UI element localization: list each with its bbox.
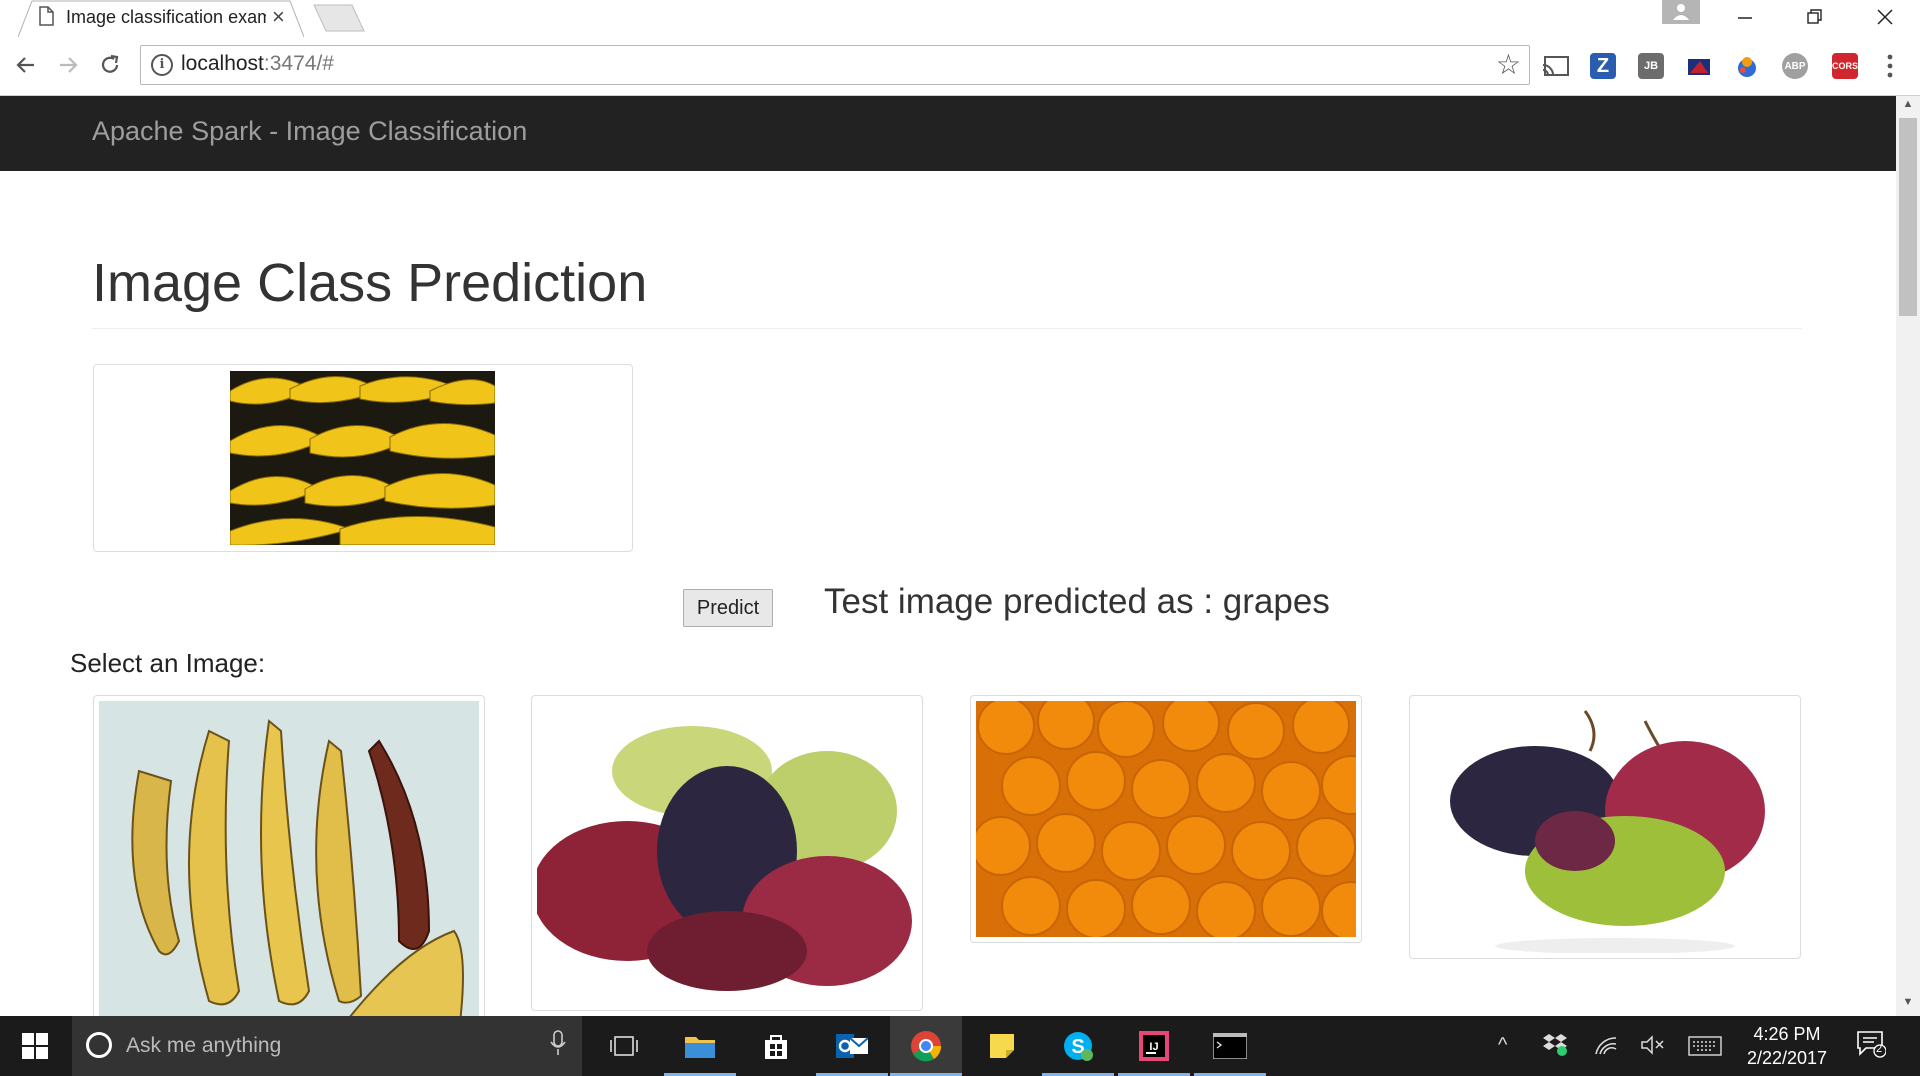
minimize-icon (1738, 17, 1752, 19)
search-placeholder: Ask me anything (126, 1034, 282, 1057)
scroll-thumb[interactable] (1899, 118, 1917, 316)
extension-rocket-icon[interactable] (1686, 53, 1712, 79)
taskbar-file-explorer[interactable] (664, 1016, 736, 1076)
taskbar-chrome[interactable] (890, 1016, 962, 1076)
gallery-thumb-bananas[interactable] (93, 695, 485, 1016)
taskbar-terminal[interactable] (1194, 1016, 1266, 1076)
page-viewport: Apache Spark - Image Classification Imag… (0, 96, 1896, 1016)
scroll-up-arrow-icon[interactable]: ▲ (1896, 98, 1920, 116)
back-arrow-icon (16, 57, 34, 73)
keyboard-icon[interactable] (1688, 1036, 1722, 1056)
extension-colorful-icon[interactable] (1734, 53, 1760, 79)
sticky-notes-icon (990, 1034, 1014, 1058)
tab-close-icon[interactable]: × (272, 5, 285, 29)
grape-bunch-image (1415, 701, 1795, 954)
action-center-button[interactable]: 2 (1856, 1030, 1887, 1058)
person-icon (1673, 4, 1689, 20)
tab-strip: Image classification exam × (0, 0, 1920, 37)
svg-text:IJ: IJ (1149, 1041, 1158, 1053)
navbar-brand[interactable]: Apache Spark - Image Classification (92, 116, 527, 147)
outlook-icon (836, 1034, 868, 1058)
task-view-icon (610, 1036, 638, 1056)
selected-image-frame (93, 364, 633, 552)
cast-icon[interactable] (1542, 55, 1570, 79)
gallery-thumb-grapes-mixed[interactable] (531, 695, 923, 1011)
taskbar-outlook[interactable] (816, 1016, 888, 1076)
url-host: localhost (181, 52, 264, 75)
notification-count: 2 (1876, 1043, 1883, 1055)
taskbar-sticky-notes[interactable] (966, 1016, 1038, 1076)
cors-extension-icon[interactable]: CORS (1832, 53, 1858, 79)
intellij-icon: IJ (1139, 1031, 1169, 1061)
folder-icon (685, 1037, 715, 1058)
profile-avatar[interactable] (1662, 0, 1700, 24)
adblock-plus-icon[interactable]: ABP (1782, 53, 1808, 79)
extension-jb-icon[interactable]: JB (1638, 53, 1664, 79)
new-tab-button[interactable] (312, 4, 366, 32)
predict-button[interactable]: Predict (683, 589, 773, 627)
taskbar-intellij[interactable]: IJ (1118, 1016, 1190, 1076)
clock-date: 2/22/2017 (1746, 1048, 1828, 1068)
close-icon (1877, 9, 1893, 25)
microphone-icon[interactable] (550, 1030, 566, 1056)
skype-icon: S (1064, 1032, 1093, 1061)
taskbar-skype[interactable]: S (1042, 1016, 1114, 1076)
restore-button[interactable] (1780, 0, 1850, 34)
selected-banana-image (230, 371, 495, 545)
restore-icon (1807, 9, 1822, 24)
mixed-grapes-image (532, 701, 917, 1005)
back-button[interactable] (10, 49, 42, 81)
address-bar[interactable]: i localhost:3474/# ☆ (140, 45, 1530, 85)
reload-button[interactable] (94, 49, 126, 81)
url-path: :3474/# (263, 52, 334, 75)
cortana-search-box[interactable]: Ask me anything (72, 1016, 582, 1076)
windows-logo-icon (22, 1033, 48, 1059)
system-clock[interactable]: 4:26 PM 2/22/2017 (1732, 1022, 1842, 1070)
oranges-image (971, 692, 1381, 941)
scroll-down-arrow-icon[interactable]: ▼ (1896, 996, 1920, 1014)
task-view-button[interactable] (588, 1016, 660, 1076)
page-header: Image Class Prediction (92, 252, 1802, 329)
select-image-label: Select an Image: (70, 648, 266, 678)
store-bag-icon (765, 1035, 787, 1059)
minimize-button[interactable] (1710, 0, 1780, 34)
browser-tab[interactable]: Image classification exam × (18, 0, 304, 37)
show-hidden-icons-chevron-icon[interactable]: ^ (1498, 1034, 1507, 1057)
app-navbar: Apache Spark - Image Classification (0, 96, 1896, 171)
menu-dots-icon[interactable] (1884, 53, 1896, 79)
prediction-result: Test image predicted as : grapes (824, 582, 1330, 621)
tab-title: Image classification exam (66, 7, 266, 27)
forward-arrow-icon (60, 57, 78, 73)
forward-button[interactable] (52, 49, 84, 81)
clock-time: 4:26 PM (1753, 1024, 1821, 1044)
dropbox-icon[interactable] (1542, 1032, 1568, 1056)
windows-taskbar: Ask me anything S IJ ^ 4:26 PM 2/22/2017… (0, 1016, 1920, 1076)
close-window-button[interactable] (1850, 0, 1920, 34)
info-icon[interactable]: i (151, 54, 173, 76)
start-button[interactable] (0, 1016, 70, 1076)
taskbar-store[interactable] (740, 1016, 812, 1076)
chrome-icon (911, 1031, 942, 1062)
reload-icon (101, 54, 119, 73)
terminal-icon (1213, 1033, 1247, 1059)
url-text[interactable]: localhost:3474/# (181, 52, 334, 76)
banana-image (99, 701, 479, 1016)
wifi-icon[interactable] (1594, 1034, 1618, 1056)
bookmark-star-icon[interactable]: ☆ (1496, 48, 1521, 81)
page-scrollbar[interactable]: ▲ ▼ (1896, 96, 1920, 1016)
gallery-thumb-grapes-bunch[interactable] (1409, 695, 1801, 959)
speaker-muted-icon[interactable] (1640, 1034, 1666, 1056)
page-title: Image Class Prediction (92, 253, 648, 313)
extension-z-icon[interactable]: Z (1590, 53, 1616, 79)
page-file-icon (39, 6, 54, 26)
cortana-icon (86, 1032, 112, 1058)
browser-toolbar: i localhost:3474/# ☆ Z JB ABP CORS (0, 37, 1920, 96)
gallery-thumb-oranges[interactable] (970, 692, 1381, 943)
